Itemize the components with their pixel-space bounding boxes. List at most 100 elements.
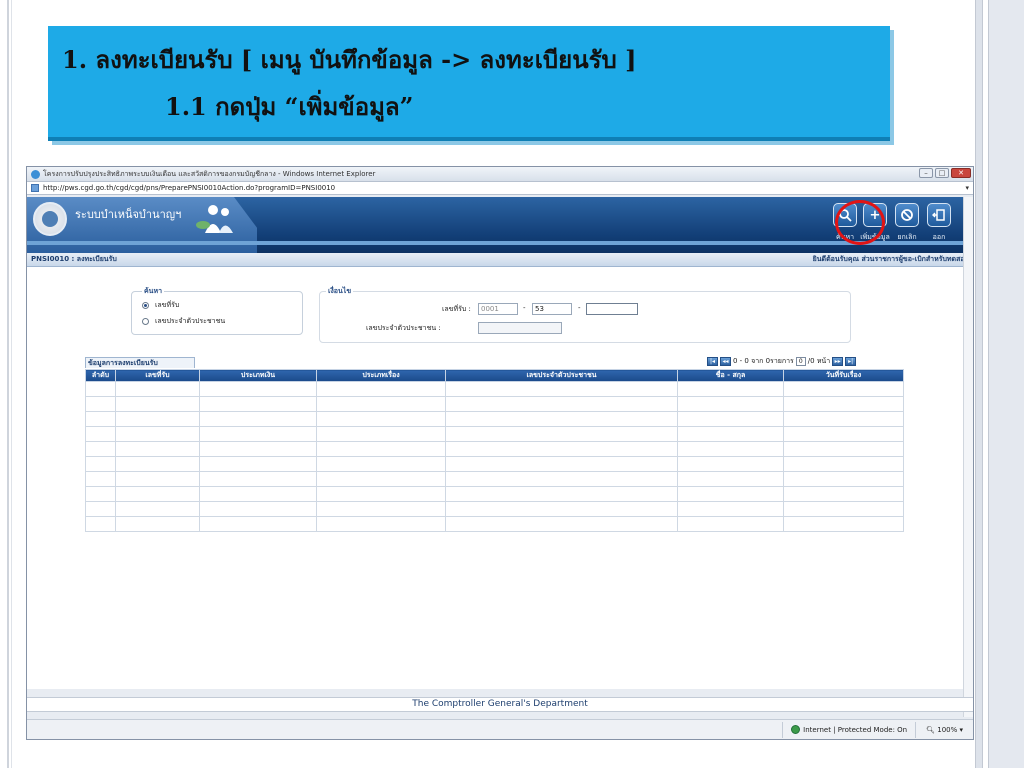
page-number-input[interactable]: 0 bbox=[795, 357, 806, 366]
prev-page-icon[interactable]: ◂◂ bbox=[720, 357, 731, 366]
table-cell bbox=[316, 516, 446, 532]
left-decorative-line-inner bbox=[11, 0, 12, 768]
table-row[interactable] bbox=[85, 471, 904, 487]
table-cell bbox=[783, 456, 904, 472]
table-cell bbox=[677, 456, 784, 472]
column-header[interactable]: ชื่อ - สกุล bbox=[677, 369, 784, 382]
table-cell bbox=[445, 516, 678, 532]
receive-no-part1-input[interactable]: 0001 bbox=[478, 303, 518, 315]
first-page-icon[interactable]: |◂ bbox=[707, 357, 718, 366]
browser-title-bar: โครงการปรับปรุงประสิทธิภาพระบบเงินเดือน … bbox=[27, 167, 973, 181]
table-cell bbox=[199, 411, 317, 427]
table-row[interactable] bbox=[85, 456, 904, 472]
right-decorative-bar bbox=[988, 0, 1024, 768]
table-cell bbox=[316, 501, 446, 517]
table-cell bbox=[115, 441, 200, 457]
radio-unchecked-icon[interactable] bbox=[142, 318, 149, 325]
exit-button[interactable] bbox=[927, 203, 951, 227]
maximize-button[interactable]: □ bbox=[935, 168, 949, 178]
table-row[interactable] bbox=[85, 501, 904, 517]
receive-no-part2-input[interactable]: 53 bbox=[532, 303, 572, 315]
table-cell bbox=[677, 426, 784, 442]
table-row[interactable] bbox=[85, 426, 904, 442]
globe-icon bbox=[791, 725, 801, 734]
table-cell bbox=[677, 516, 784, 532]
next-page-icon[interactable]: ▸▸ bbox=[832, 357, 844, 366]
table-cell bbox=[199, 501, 317, 517]
table-cell bbox=[677, 501, 784, 517]
table-row[interactable] bbox=[85, 486, 904, 502]
column-header[interactable]: ประเภทเงิน bbox=[199, 369, 317, 382]
table-cell bbox=[199, 381, 317, 397]
column-header[interactable]: ลำดับ bbox=[85, 369, 116, 382]
close-button[interactable]: ✕ bbox=[951, 168, 971, 178]
zoom-control[interactable]: 🔍︎ 100% ▾ bbox=[915, 721, 973, 738]
table-cell bbox=[316, 486, 446, 502]
search-panel: ค้นหา เลขที่รับ เลขประจำตัวประชาชน bbox=[131, 286, 303, 335]
table-row[interactable] bbox=[85, 516, 904, 532]
table-cell bbox=[445, 381, 678, 397]
condition-panel: เงื่อนไข เลขที่รับ : 0001 - 53 - เลขประจ… bbox=[319, 286, 851, 343]
receive-no-label: เลขที่รับ : bbox=[442, 305, 471, 313]
table-cell bbox=[115, 381, 200, 397]
table-cell bbox=[199, 426, 317, 442]
table-cell bbox=[85, 396, 116, 412]
pager-text: 0 - 0 จาก 0รายการ bbox=[733, 357, 794, 365]
grid-caption: ข้อมูลการลงทะเบียนรับ bbox=[85, 357, 195, 368]
table-cell bbox=[316, 456, 446, 472]
table-cell bbox=[783, 501, 904, 517]
radio-checked-icon[interactable] bbox=[142, 302, 149, 309]
column-header[interactable]: วันที่รับเรื่อง bbox=[783, 369, 904, 382]
column-header[interactable]: เลขประจำตัวประชาชน bbox=[445, 369, 678, 382]
id-card-input[interactable] bbox=[478, 322, 562, 334]
last-page-icon[interactable]: ▸| bbox=[845, 357, 857, 366]
table-cell bbox=[677, 471, 784, 487]
table-cell bbox=[316, 381, 446, 397]
zoom-level: 100% bbox=[937, 725, 958, 734]
window-controls: – □ ✕ bbox=[919, 168, 971, 178]
table-cell bbox=[783, 516, 904, 532]
security-zone[interactable]: Internet | Protected Mode: On bbox=[782, 721, 915, 738]
receive-no-part3-input[interactable] bbox=[586, 303, 638, 315]
table-cell bbox=[115, 396, 200, 412]
window-title: โครงการปรับปรุงประสิทธิภาพระบบเงินเดือน … bbox=[43, 169, 376, 178]
table-cell bbox=[316, 396, 446, 412]
cancel-button[interactable] bbox=[895, 203, 919, 227]
table-cell bbox=[85, 486, 116, 502]
address-bar[interactable]: http://pws.cgd.go.th/cgd/cgd/pns/Prepare… bbox=[27, 181, 973, 195]
column-header[interactable]: เลขที่รับ bbox=[115, 369, 200, 382]
table-cell bbox=[115, 426, 200, 442]
table-cell bbox=[445, 411, 678, 427]
chevron-down-icon[interactable]: ▾ bbox=[965, 184, 969, 192]
registration-table: ลำดับ เลขที่รับ ประเภทเงิน ประเภทเรื่อง … bbox=[85, 369, 904, 532]
table-cell bbox=[445, 471, 678, 487]
radio-option-receive-no[interactable]: เลขที่รับ bbox=[142, 300, 179, 311]
table-cell bbox=[445, 396, 678, 412]
slide-title: 1. ลงทะเบียนรับ [ เมนู บันทึกข้อมูล -> ล… bbox=[62, 45, 637, 74]
table-cell bbox=[85, 501, 116, 517]
table-cell bbox=[115, 411, 200, 427]
app-header: ระบบบำเหน็จบำนาญฯ + ค้นหา เพิ่มข้อมูล ยก… bbox=[27, 197, 973, 253]
minimize-button[interactable]: – bbox=[919, 168, 933, 178]
search-panel-legend: ค้นหา bbox=[142, 286, 165, 297]
table-cell bbox=[677, 441, 784, 457]
table-cell bbox=[316, 426, 446, 442]
table-row[interactable] bbox=[85, 441, 904, 457]
radio-option-id-card[interactable]: เลขประจำตัวประชาชน bbox=[142, 316, 225, 327]
table-row[interactable] bbox=[85, 381, 904, 397]
table-cell bbox=[445, 441, 678, 457]
vertical-scrollbar[interactable] bbox=[963, 197, 973, 717]
table-row[interactable] bbox=[85, 396, 904, 412]
url-text[interactable]: http://pws.cgd.go.th/cgd/cgd/pns/Prepare… bbox=[43, 184, 335, 192]
page-icon bbox=[31, 184, 39, 192]
table-cell bbox=[677, 396, 784, 412]
page-content: PNSI0010 : ลงทะเบียนรับ ยินดีต้อนรับคุณ … bbox=[27, 253, 973, 689]
table-cell bbox=[445, 426, 678, 442]
table-cell bbox=[677, 381, 784, 397]
table-row[interactable] bbox=[85, 411, 904, 427]
people-icon bbox=[196, 205, 233, 233]
table-cell bbox=[445, 501, 678, 517]
app-logo bbox=[33, 202, 67, 236]
column-header[interactable]: ประเภทเรื่อง bbox=[316, 369, 446, 382]
table-cell bbox=[85, 471, 116, 487]
